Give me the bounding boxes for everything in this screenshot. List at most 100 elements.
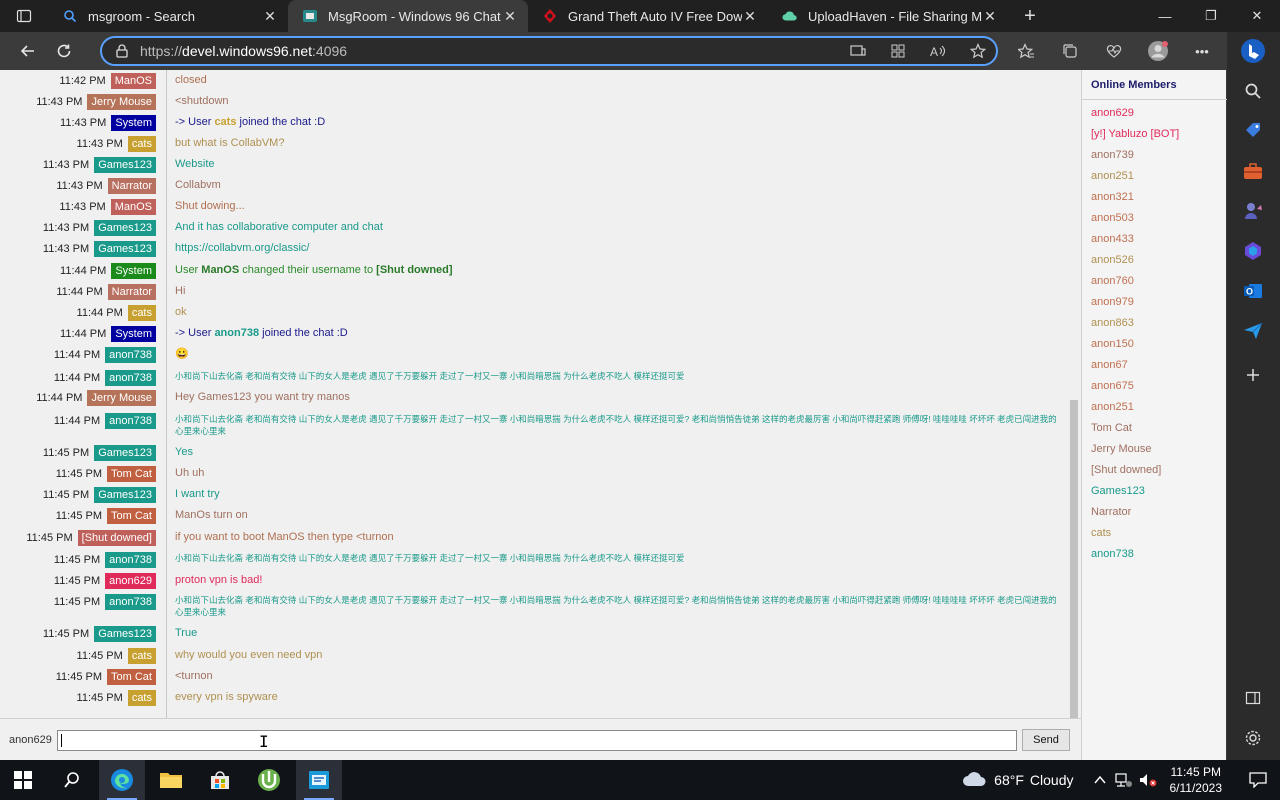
minimize-icon[interactable]: — <box>1142 0 1188 32</box>
message-username-badge[interactable]: anon629 <box>105 573 156 589</box>
message-username-badge[interactable]: Tom Cat <box>107 669 156 685</box>
member-list-item[interactable]: [y!] Yabluzo [BOT] <box>1091 128 1179 140</box>
read-aloud-icon[interactable]: A <box>920 38 956 64</box>
sidebar-settings-gear-icon[interactable] <box>1240 725 1266 751</box>
message-username-badge[interactable]: anon738 <box>105 413 156 429</box>
favorites-icon[interactable] <box>1008 38 1044 64</box>
file-explorer-icon[interactable] <box>148 760 194 800</box>
refresh-icon[interactable] <box>46 35 82 67</box>
member-list-item[interactable]: anon739 <box>1091 149 1134 161</box>
send-button[interactable]: Send <box>1022 729 1070 751</box>
message-username-badge[interactable]: System <box>111 326 156 342</box>
hide-sidebar-icon[interactable] <box>1240 685 1266 711</box>
message-username-badge[interactable]: Jerry Mouse <box>87 94 156 110</box>
tab-msgroom-chat[interactable]: MsgRoom - Windows 96 Chat ✕ <box>288 0 528 32</box>
message-username-badge[interactable]: anon738 <box>105 552 156 568</box>
member-list-item[interactable]: anon251 <box>1091 170 1134 182</box>
tab-gta[interactable]: Grand Theft Auto IV Free Downlo ✕ <box>528 0 768 32</box>
close-tab-icon[interactable]: ✕ <box>502 8 518 24</box>
member-list-item[interactable]: [Shut downed] <box>1091 464 1161 476</box>
start-windows-icon[interactable] <box>0 760 46 800</box>
taskbar-search-icon[interactable] <box>49 760 95 800</box>
member-list-item[interactable]: anon67 <box>1091 359 1128 371</box>
message-input[interactable] <box>57 730 1017 751</box>
message-username-badge[interactable]: anon738 <box>105 370 156 386</box>
chevron-up-icon[interactable] <box>1088 775 1112 785</box>
settings-more-icon[interactable]: ••• <box>1184 38 1220 64</box>
close-tab-icon[interactable]: ✕ <box>262 8 278 24</box>
member-list-item[interactable]: Jerry Mouse <box>1091 443 1152 455</box>
message-username-badge[interactable]: ManOS <box>110 199 156 215</box>
outlook-icon[interactable]: O <box>1240 278 1266 304</box>
member-list-item[interactable]: anon526 <box>1091 254 1134 266</box>
message-username-badge[interactable]: cats <box>127 648 156 664</box>
weather-widget[interactable]: 68°F Cloudy <box>962 770 1074 791</box>
favorite-star-icon[interactable] <box>960 38 996 64</box>
message-username-badge[interactable]: anon738 <box>105 594 156 610</box>
tab-uploadhaven[interactable]: UploadHaven - File Sharing Mad ✕ <box>768 0 1008 32</box>
tab-msgroom-search[interactable]: msgroom - Search ✕ <box>48 0 288 32</box>
network-icon[interactable] <box>1112 772 1136 788</box>
utorrent-icon[interactable] <box>246 760 292 800</box>
apps-grid-icon[interactable] <box>880 38 916 64</box>
message-username-badge[interactable]: System <box>111 263 156 279</box>
message-username-badge[interactable]: Games123 <box>94 487 156 503</box>
message-username-badge[interactable]: cats <box>127 305 156 321</box>
profile-avatar-icon[interactable] <box>1140 38 1176 64</box>
member-list-item[interactable]: anon760 <box>1091 275 1134 287</box>
chat-log[interactable]: 11:42 PM ManOS closed 11:43 PM Jerry Mouse <s… <box>0 70 1068 718</box>
message-username-badge[interactable]: cats <box>127 690 156 706</box>
message-username-badge[interactable]: [Shut downed] <box>77 530 156 546</box>
member-list-item[interactable]: Narrator <box>1091 506 1131 518</box>
collections-icon[interactable] <box>1052 38 1088 64</box>
message-username-badge[interactable]: Narrator <box>107 284 156 300</box>
member-list-item[interactable]: anon979 <box>1091 296 1134 308</box>
scrollbar-thumb[interactable] <box>1070 400 1078 718</box>
browser-essentials-icon[interactable] <box>1096 38 1132 64</box>
member-list-item[interactable]: anon321 <box>1091 191 1134 203</box>
member-list-item[interactable]: anon863 <box>1091 317 1134 329</box>
member-list-item[interactable]: anon150 <box>1091 338 1134 350</box>
microsoft-365-icon[interactable] <box>1240 238 1266 264</box>
message-username-badge[interactable]: Games123 <box>94 241 156 257</box>
member-list-item[interactable]: anon251 <box>1091 401 1134 413</box>
taskbar-clock[interactable]: 11:45 PM 6/11/2023 <box>1170 764 1223 796</box>
message-username-badge[interactable]: anon738 <box>105 347 156 363</box>
message-username-badge[interactable]: Narrator <box>107 178 156 194</box>
windows96-app-icon[interactable] <box>296 760 342 800</box>
message-username-badge[interactable]: Games123 <box>94 626 156 642</box>
close-tab-icon[interactable]: ✕ <box>742 8 758 24</box>
message-username-badge[interactable]: Games123 <box>94 445 156 461</box>
bing-copilot-icon[interactable] <box>1240 38 1266 64</box>
message-username-badge[interactable]: Tom Cat <box>107 466 156 482</box>
close-tab-icon[interactable]: ✕ <box>982 8 998 24</box>
message-username-badge[interactable]: ManOS <box>110 73 156 89</box>
member-list-item[interactable]: anon675 <box>1091 380 1134 392</box>
volume-muted-icon[interactable] <box>1136 772 1160 788</box>
member-list-item[interactable]: cats <box>1091 527 1111 539</box>
member-list-item[interactable]: anon738 <box>1091 548 1134 560</box>
edge-browser-icon[interactable] <box>99 760 145 800</box>
member-list-item[interactable]: anon629 <box>1091 107 1134 119</box>
search-icon[interactable] <box>1240 78 1266 104</box>
send-drop-icon[interactable] <box>1240 318 1266 344</box>
app-available-icon[interactable] <box>840 38 876 64</box>
close-window-icon[interactable]: ✕ <box>1234 0 1280 32</box>
shopping-tag-icon[interactable] <box>1240 118 1266 144</box>
member-list-item[interactable]: Tom Cat <box>1091 422 1132 434</box>
chat-scrollbar[interactable] <box>1068 70 1080 718</box>
back-icon[interactable] <box>10 35 46 67</box>
message-username-badge[interactable]: Tom Cat <box>107 508 156 524</box>
restore-icon[interactable]: ❐ <box>1188 0 1234 32</box>
message-username-badge[interactable]: Jerry Mouse <box>87 390 156 406</box>
message-username-badge[interactable]: Games123 <box>94 157 156 173</box>
tools-briefcase-icon[interactable] <box>1240 158 1266 184</box>
member-list-item[interactable]: Games123 <box>1091 485 1145 497</box>
message-username-badge[interactable]: cats <box>127 136 156 152</box>
member-list-item[interactable]: anon503 <box>1091 212 1134 224</box>
add-sidebar-app-icon[interactable] <box>1240 362 1266 388</box>
microsoft-store-icon[interactable] <box>197 760 243 800</box>
message-username-badge[interactable]: System <box>111 115 156 131</box>
current-nickname[interactable]: anon629 <box>9 734 52 746</box>
games-icon[interactable] <box>1240 198 1266 224</box>
